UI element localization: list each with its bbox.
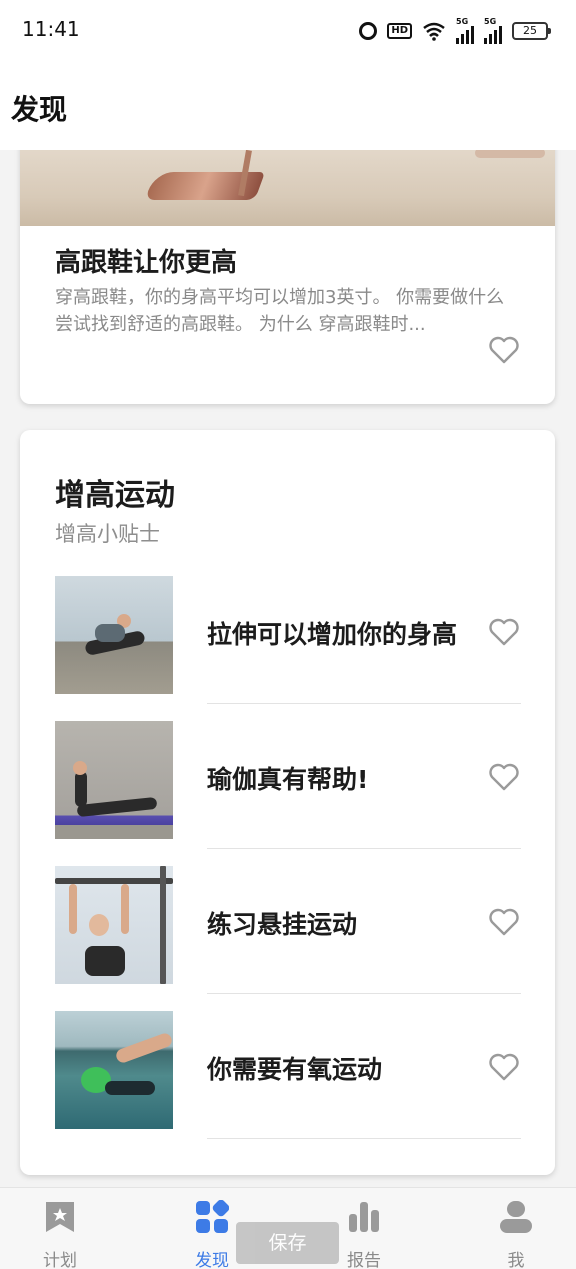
- article-title: 高跟鞋让你更高: [55, 248, 238, 278]
- page-title: 发现: [11, 93, 68, 126]
- user-icon: [500, 1201, 532, 1233]
- item-label: 拉伸可以增加你的身高: [207, 620, 458, 649]
- signal-5g-icon-1: 5G: [456, 18, 474, 44]
- article-description: 穿高跟鞋，你的身高平均可以增加3英寸。 你需要做什么 尝试找到舒适的高跟鞋。 为…: [55, 287, 505, 335]
- heart-icon[interactable]: [489, 908, 519, 936]
- item-label: 瑜伽真有帮助!: [207, 765, 369, 794]
- discover-feed[interactable]: 高跟鞋让你更高 穿高跟鞋，你的身高平均可以增加3英寸。 你需要做什么 尝试找到舒…: [0, 150, 576, 1187]
- bookmark-star-icon: [46, 1202, 74, 1232]
- heart-icon[interactable]: [489, 618, 519, 646]
- divider: [207, 703, 521, 704]
- status-time: 11:41: [22, 17, 80, 41]
- article-card[interactable]: 高跟鞋让你更高 穿高跟鞋，你的身高平均可以增加3英寸。 你需要做什么 尝试找到舒…: [20, 150, 555, 404]
- list-item[interactable]: 瑜伽真有帮助!: [55, 721, 521, 866]
- alarm-icon: [359, 22, 378, 40]
- list-item[interactable]: 拉伸可以增加你的身高: [55, 576, 521, 721]
- divider: [207, 1138, 521, 1139]
- heart-icon[interactable]: [489, 336, 519, 364]
- divider: [207, 848, 521, 849]
- list-item[interactable]: 练习悬挂运动: [55, 866, 521, 1011]
- hd-icon: HD: [387, 23, 412, 39]
- heart-icon[interactable]: [489, 763, 519, 791]
- status-bar: 11:41 HD 5G 5G 25: [0, 0, 576, 58]
- hanging-photo: [55, 866, 173, 984]
- second-shoe: [475, 150, 545, 158]
- grid-icon: [196, 1200, 229, 1233]
- stretching-photo: [55, 576, 173, 694]
- status-icons: HD 5G 5G 25: [359, 18, 551, 44]
- heart-icon[interactable]: [489, 1053, 519, 1081]
- wifi-icon: [423, 22, 445, 41]
- item-label: 练习悬挂运动: [207, 910, 358, 939]
- battery-icon: 25: [512, 22, 551, 40]
- page-header: 发现: [0, 58, 576, 150]
- signal-5g-icon-2: 5G: [484, 18, 502, 44]
- list-item[interactable]: 你需要有氧运动: [55, 1011, 521, 1156]
- section-card: 增高运动 增高小贴士 拉伸可以增加你的身高 瑜伽真有帮助! 练习悬挂运动 你需要…: [20, 430, 555, 1175]
- tab-plan-label: 计划: [43, 1251, 77, 1269]
- section-title: 增高运动: [55, 478, 175, 513]
- tab-me[interactable]: 我: [456, 1188, 576, 1269]
- tab-me-label: 我: [507, 1251, 525, 1269]
- swimming-photo: [55, 1011, 173, 1129]
- article-photo: [20, 150, 555, 226]
- yoga-photo: [55, 721, 173, 839]
- item-label: 你需要有氧运动: [207, 1055, 383, 1084]
- tab-plan[interactable]: 计划: [0, 1188, 120, 1269]
- save-button[interactable]: 保存: [236, 1222, 339, 1264]
- bar-chart-icon: [349, 1202, 379, 1232]
- section-subtitle: 增高小贴士: [55, 522, 160, 546]
- divider: [207, 993, 521, 994]
